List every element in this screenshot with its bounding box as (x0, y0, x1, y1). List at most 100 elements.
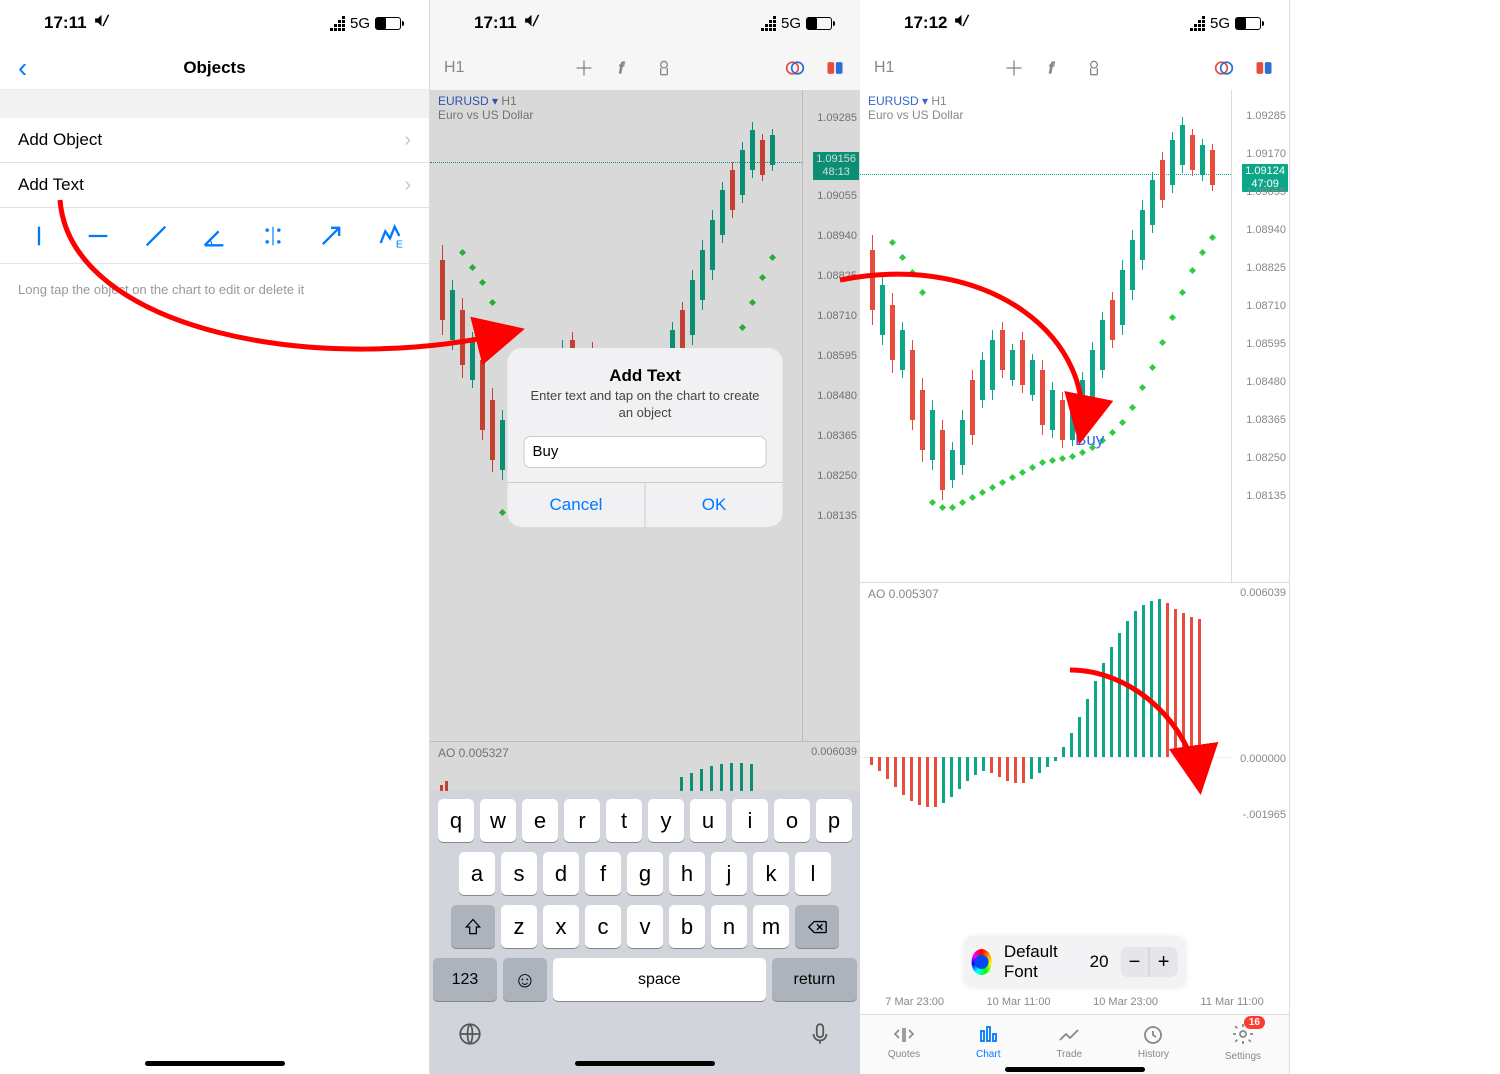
key-n[interactable]: n (711, 905, 747, 948)
home-indicator[interactable] (145, 1061, 285, 1066)
keyboard[interactable]: qwertyuiop asdfghjkl zxcvbnm 123 ☺ space… (430, 791, 860, 1074)
back-button[interactable]: ‹ (8, 52, 37, 84)
key-q[interactable]: q (438, 799, 474, 842)
space-key[interactable]: space (553, 958, 766, 1001)
key-m[interactable]: m (753, 905, 789, 948)
key-l[interactable]: l (795, 852, 831, 895)
new-order-icon[interactable] (1253, 57, 1275, 79)
status-bar: 17:11 5G (430, 0, 860, 46)
status-bar: 17:11 5G (0, 0, 429, 46)
add-text-row[interactable]: Add Text › (0, 163, 429, 208)
key-u[interactable]: u (690, 799, 726, 842)
one-click-icon[interactable] (1213, 57, 1235, 79)
hint-text: Long tap the object on the chart to edit… (0, 264, 429, 315)
chart-area[interactable]: EURUSD ▾ H1 Euro vs US Dollar 1.09285 1.… (860, 90, 1289, 1074)
mute-icon (93, 12, 110, 34)
battery-icon (806, 17, 832, 30)
arrow-tool[interactable] (317, 222, 345, 250)
dialog-title: Add Text (524, 366, 767, 386)
timeframe-button[interactable]: H1 (874, 59, 894, 77)
decrease-font-button[interactable]: − (1121, 947, 1150, 977)
chart-area[interactable]: EURUSD ▾ H1 Euro vs US Dollar 1.09285 1.… (430, 90, 860, 791)
add-text-dialog: Add Text Enter text and tap on the chart… (508, 348, 783, 527)
function-icon[interactable]: f (1043, 57, 1065, 79)
key-y[interactable]: y (648, 799, 684, 842)
buy-text-object[interactable]: Buy (1075, 430, 1104, 450)
elliott-tool[interactable]: E (376, 222, 404, 250)
home-indicator[interactable] (1005, 1067, 1145, 1072)
key-k[interactable]: k (753, 852, 789, 895)
signal-icon (761, 16, 776, 31)
key-b[interactable]: b (669, 905, 705, 948)
key-j[interactable]: j (711, 852, 747, 895)
horizontal-line-tool[interactable] (84, 222, 112, 250)
tab-chart[interactable]: Chart (976, 1023, 1000, 1060)
key-s[interactable]: s (501, 852, 537, 895)
key-a[interactable]: a (459, 852, 495, 895)
numbers-key[interactable]: 123 (433, 958, 497, 1001)
key-r[interactable]: r (564, 799, 600, 842)
key-w[interactable]: w (480, 799, 516, 842)
tab-bar: Quotes Chart Trade History 16 Settings (860, 1014, 1289, 1074)
time-axis: 7 Mar 23:00 10 Mar 11:00 10 Mar 23:00 11… (860, 992, 1289, 1012)
tab-trade[interactable]: Trade (1056, 1023, 1082, 1060)
chevron-right-icon: › (404, 129, 411, 152)
chart-header: H1 f (860, 46, 1289, 90)
shift-key[interactable] (451, 905, 495, 948)
function-icon[interactable]: f (613, 57, 635, 79)
return-key[interactable]: return (772, 958, 857, 1001)
add-object-row[interactable]: Add Object › (0, 118, 429, 163)
status-time: 17:11 (44, 13, 87, 33)
key-o[interactable]: o (774, 799, 810, 842)
candlesticks (860, 90, 1231, 582)
timeframe-button[interactable]: H1 (444, 59, 464, 77)
crosshair-icon[interactable] (573, 57, 595, 79)
crosshair-icon[interactable] (1003, 57, 1025, 79)
status-network: 5G (1210, 15, 1230, 32)
one-click-icon[interactable] (784, 57, 806, 79)
nav-bar: ‹ Objects (0, 46, 429, 90)
svg-text:E: E (396, 238, 403, 249)
battery-icon (1235, 17, 1261, 30)
fibonacci-tool[interactable] (259, 222, 287, 250)
key-v[interactable]: v (627, 905, 663, 948)
price-axis: 1.09285 1.09170 1.0912447:09 1.09055 1.0… (1231, 90, 1289, 582)
key-d[interactable]: d (543, 852, 579, 895)
increase-font-button[interactable]: + (1149, 947, 1178, 977)
color-picker-button[interactable] (971, 949, 992, 975)
globe-key[interactable] (457, 1021, 483, 1052)
key-c[interactable]: c (585, 905, 621, 948)
dialog-message: Enter text and tap on the chart to creat… (524, 388, 767, 422)
tab-quotes[interactable]: Quotes (888, 1023, 920, 1060)
key-x[interactable]: x (543, 905, 579, 948)
status-network: 5G (781, 15, 801, 32)
nav-title: Objects (183, 58, 245, 78)
objects-icon[interactable] (1083, 57, 1105, 79)
cancel-button[interactable]: Cancel (508, 483, 646, 527)
home-indicator[interactable] (575, 1061, 715, 1066)
key-t[interactable]: t (606, 799, 642, 842)
screen-objects: 17:11 5G ‹ Objects Add Object › Add Text… (0, 0, 430, 1074)
mic-key[interactable] (807, 1021, 833, 1052)
key-e[interactable]: e (522, 799, 558, 842)
battery-icon (375, 17, 401, 30)
dialog-text-input[interactable] (524, 436, 767, 468)
font-picker[interactable]: Default Font (1004, 942, 1078, 982)
objects-icon[interactable] (653, 57, 675, 79)
key-f[interactable]: f (585, 852, 621, 895)
vertical-line-tool[interactable] (25, 222, 53, 250)
key-p[interactable]: p (816, 799, 852, 842)
emoji-key[interactable]: ☺ (503, 958, 547, 1001)
key-g[interactable]: g (627, 852, 663, 895)
angle-tool[interactable] (200, 222, 228, 250)
key-z[interactable]: z (501, 905, 537, 948)
key-i[interactable]: i (732, 799, 768, 842)
trend-line-tool[interactable] (142, 222, 170, 250)
tab-history[interactable]: History (1138, 1023, 1169, 1060)
object-tools-row: E (0, 208, 429, 264)
tab-settings[interactable]: 16 Settings (1225, 1022, 1261, 1062)
backspace-key[interactable] (795, 905, 839, 948)
new-order-icon[interactable] (824, 57, 846, 79)
key-h[interactable]: h (669, 852, 705, 895)
ok-button[interactable]: OK (646, 483, 783, 527)
